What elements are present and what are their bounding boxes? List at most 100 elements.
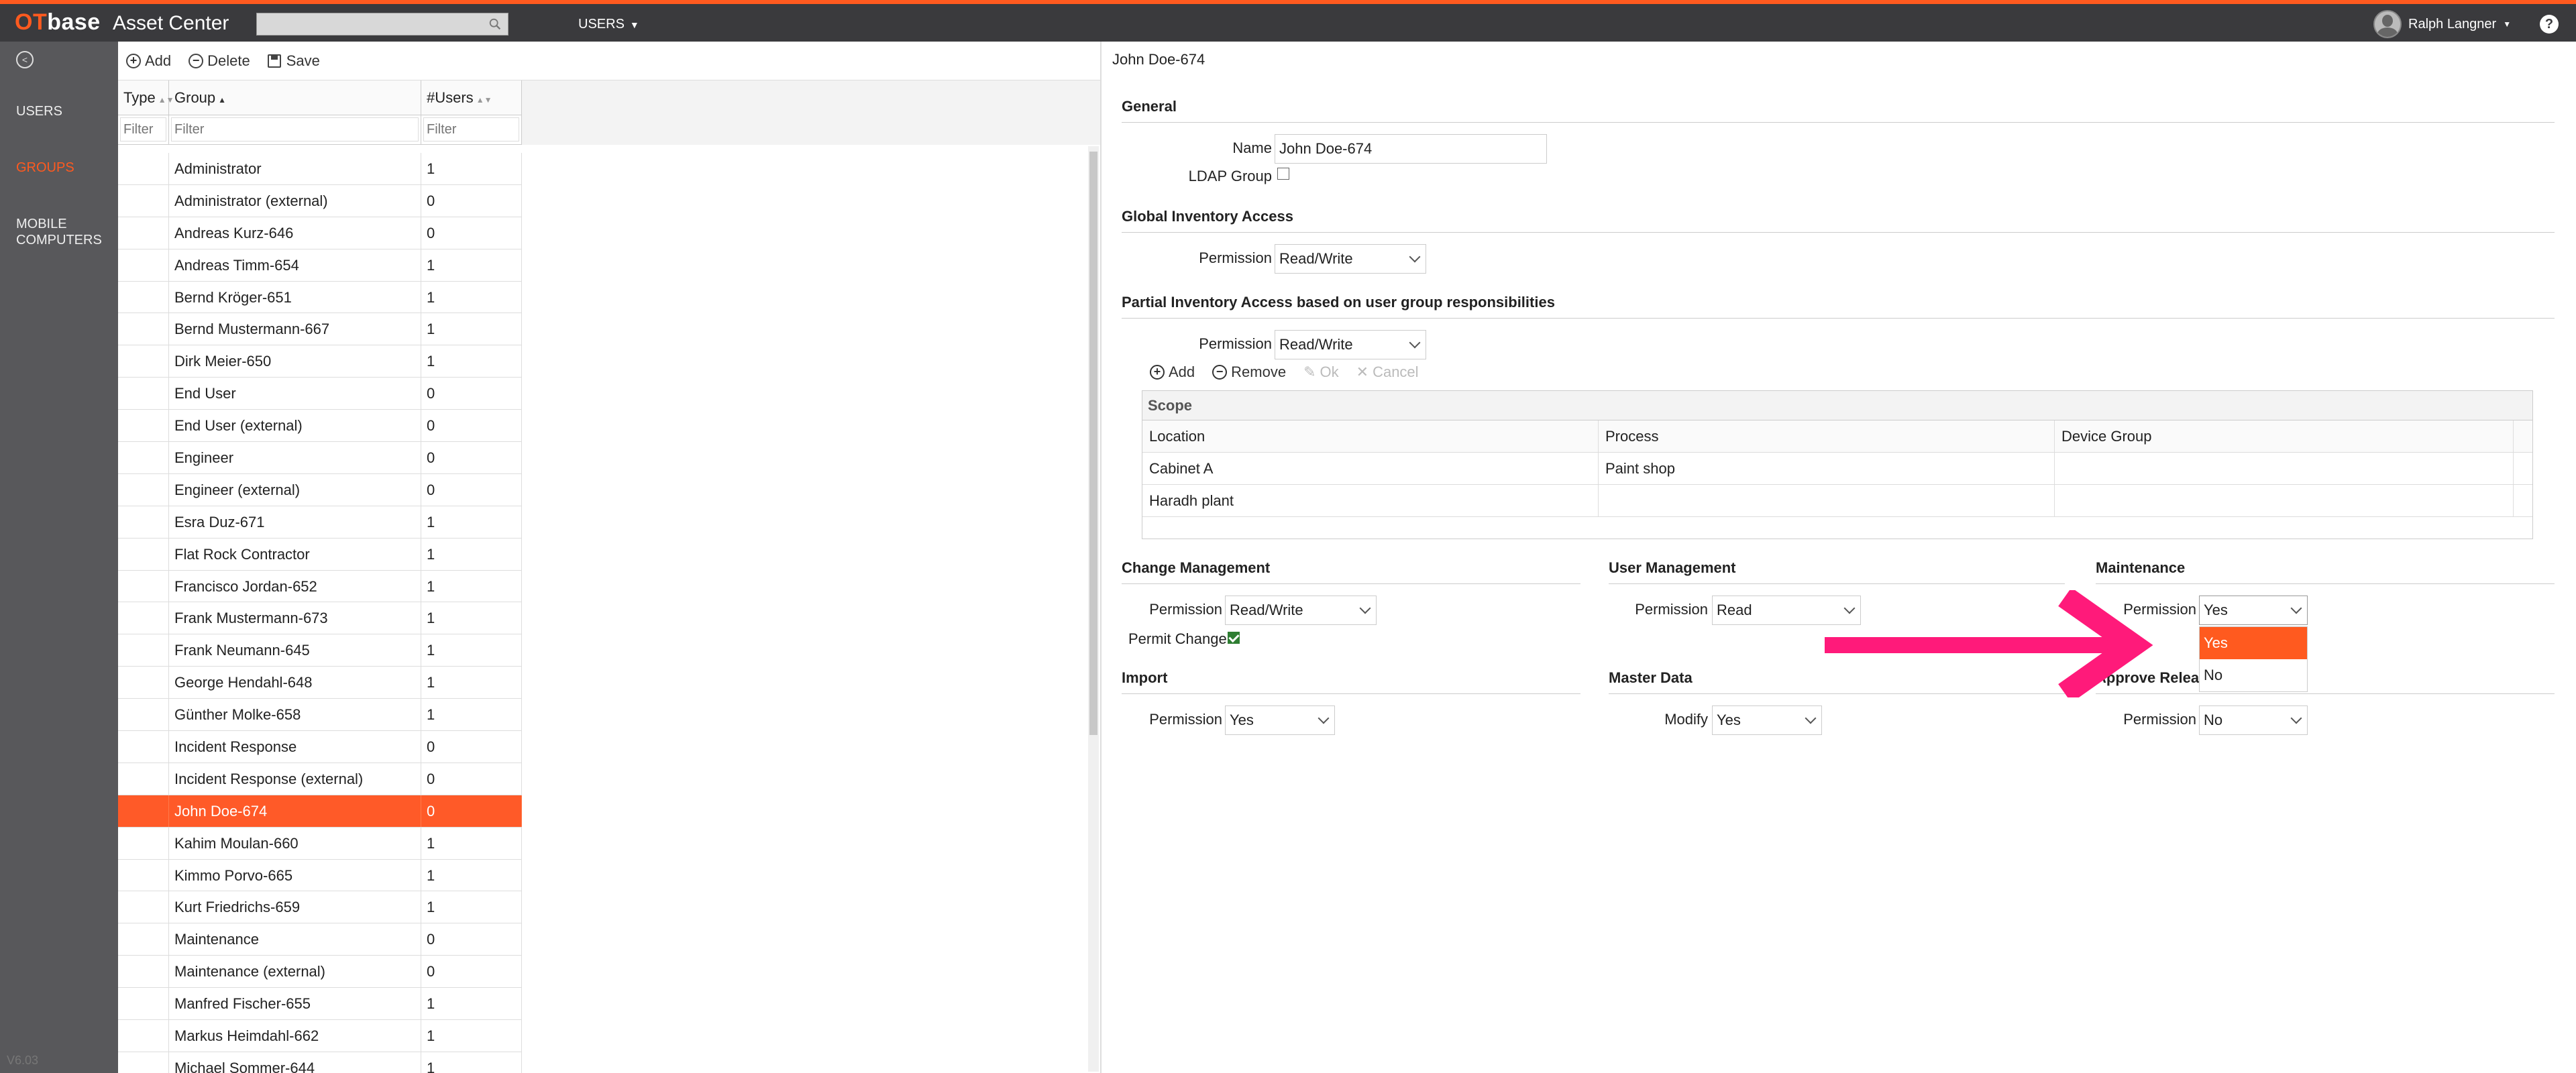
group-name-cell: Bernd Mustermann-667	[169, 313, 421, 345]
table-row[interactable]: Flat Rock Contractor 1	[118, 538, 522, 571]
help-icon[interactable]: ?	[2540, 15, 2559, 34]
version-label: V6.03	[7, 1054, 39, 1067]
sidebar-item-mobile-computers[interactable]: MOBILE COMPUTERS	[16, 216, 103, 248]
scope-add-button[interactable]: + Add	[1150, 363, 1195, 381]
collapse-sidebar-icon[interactable]: <	[16, 51, 34, 68]
column-header-location[interactable]: Location	[1142, 420, 1599, 452]
user-count-cell: 1	[421, 1020, 522, 1052]
dropdown-option-no[interactable]: No	[2200, 659, 2307, 691]
table-row[interactable]: Kahim Moulan-660 1	[118, 827, 522, 860]
scope-remove-button[interactable]: − Remove	[1212, 363, 1286, 381]
table-row[interactable]: John Doe-674 0	[118, 795, 522, 828]
maintenance-permission-select[interactable]: Yes	[2199, 596, 2308, 625]
group-name-cell: Incident Response	[169, 731, 421, 763]
search-icon[interactable]	[488, 17, 502, 32]
ldap-group-checkbox[interactable]	[1277, 168, 1289, 180]
scrollbar-thumb[interactable]	[1089, 152, 1097, 735]
caret-down-icon: ▼	[629, 19, 639, 30]
table-row[interactable]: Incident Response (external) 0	[118, 763, 522, 795]
table-row[interactable]: Maintenance 0	[118, 923, 522, 956]
scope-device-group-cell	[2055, 453, 2514, 484]
scope-process-cell: Paint shop	[1599, 453, 2055, 484]
approve-permission-select[interactable]: No	[2199, 705, 2308, 735]
import-permission-select[interactable]: Yes	[1225, 705, 1335, 735]
table-row[interactable]: Andreas Kurz-646 0	[118, 217, 522, 249]
table-row[interactable]: Maintenance (external) 0	[118, 956, 522, 989]
group-name-cell: End User	[169, 378, 421, 410]
table-row[interactable]: Bernd Kröger-651 1	[118, 281, 522, 314]
table-row[interactable]: Cabinet A Paint shop	[1142, 453, 2532, 485]
type-cell	[118, 442, 169, 473]
type-cell	[118, 699, 169, 731]
sidebar-item-groups[interactable]: GROUPS	[16, 160, 74, 176]
search-box	[256, 13, 508, 36]
table-row[interactable]: Engineer (external) 0	[118, 473, 522, 506]
add-button[interactable]: + Add	[126, 52, 171, 70]
column-header-type[interactable]: Type ▲▼	[118, 80, 174, 115]
table-row[interactable]: Incident Response 0	[118, 731, 522, 763]
type-cell	[118, 602, 169, 634]
master-data-modify-label: Modify	[1664, 711, 1708, 728]
type-cell	[118, 634, 169, 667]
column-header-process[interactable]: Process	[1599, 420, 2055, 452]
user-count-cell: 0	[421, 442, 522, 473]
column-header-group[interactable]: Group ▲	[169, 80, 421, 115]
users-menu[interactable]: USERS ▼	[578, 17, 639, 32]
otbase-logo[interactable]: OTbase	[15, 9, 101, 36]
user-name: Ralph Langner	[2408, 16, 2497, 32]
type-cell	[118, 923, 169, 956]
table-row[interactable]: Frank Neumann-645 1	[118, 634, 522, 667]
minus-circle-icon: −	[1212, 365, 1228, 380]
type-cell	[118, 1020, 169, 1052]
table-row[interactable]: Andreas Timm-654 1	[118, 249, 522, 282]
column-header-device-group[interactable]: Device Group	[2055, 420, 2514, 452]
column-header-users[interactable]: #Users ▲▼	[421, 80, 522, 115]
global-permission-select[interactable]: Read/Write	[1275, 244, 1426, 274]
group-name-cell: Maintenance	[169, 923, 421, 956]
section-general-title: General	[1122, 98, 1177, 115]
permit-change-label: Permit Change	[1128, 630, 1227, 647]
table-row[interactable]: Esra Duz-671 1	[118, 506, 522, 539]
left-sidebar: < USERS GROUPS MOBILE COMPUTERS V6.03	[0, 42, 118, 1073]
table-row[interactable]: Kurt Friedrichs-659 1	[118, 891, 522, 924]
group-name-cell: Kimmo Porvo-665	[169, 859, 421, 891]
table-row[interactable]: Markus Heimdahl-662 1	[118, 1020, 522, 1052]
table-row[interactable]: Bernd Mustermann-667 1	[118, 313, 522, 346]
annotation-arrow-icon	[1825, 590, 2153, 697]
group-name-cell: Kurt Friedrichs-659	[169, 891, 421, 923]
table-row[interactable]: George Hendahl-648 1	[118, 667, 522, 699]
scope-location-cell: Cabinet A	[1142, 453, 1599, 484]
user-menu[interactable]: Ralph Langner ▼	[2373, 9, 2511, 39]
list-scrollbar[interactable]	[1088, 146, 1099, 1072]
table-row[interactable]: Administrator (external) 0	[118, 184, 522, 217]
table-row[interactable]: Francisco Jordan-652 1	[118, 570, 522, 603]
save-button[interactable]: Save	[267, 52, 320, 70]
table-row[interactable]: Manfred Fischer-655 1	[118, 988, 522, 1021]
table-row[interactable]: Engineer 0	[118, 442, 522, 474]
group-name-cell: Frank Mustermann-673	[169, 602, 421, 634]
group-filter-input[interactable]	[171, 117, 419, 142]
table-row[interactable]: Dirk Meier-650 1	[118, 345, 522, 378]
delete-button[interactable]: − Delete	[189, 52, 250, 70]
master-data-modify-select[interactable]: Yes	[1712, 705, 1822, 735]
table-row[interactable]: Michael Sommer-644 1	[118, 1052, 522, 1073]
type-cell	[118, 217, 169, 249]
permit-change-checkbox[interactable]	[1228, 632, 1240, 644]
type-filter-input[interactable]	[120, 117, 166, 142]
change-permission-select[interactable]: Read/Write	[1225, 596, 1377, 625]
table-row[interactable]: End User (external) 0	[118, 410, 522, 443]
table-row[interactable]: Günther Molke-658 1	[118, 699, 522, 732]
users-filter-input[interactable]	[423, 117, 519, 142]
table-row[interactable]: Frank Mustermann-673 1	[118, 602, 522, 635]
table-row[interactable]: Kimmo Porvo-665 1	[118, 859, 522, 892]
scope-ok-button[interactable]: ✎ Ok	[1303, 363, 1339, 381]
table-row[interactable]: Administrator 1	[118, 153, 522, 185]
table-row[interactable]: Haradh plant	[1142, 485, 2532, 517]
dropdown-option-yes[interactable]: Yes	[2200, 627, 2307, 659]
scope-cancel-button[interactable]: ✕ Cancel	[1356, 363, 1419, 381]
table-row[interactable]: End User 0	[118, 378, 522, 410]
sidebar-item-users[interactable]: USERS	[16, 103, 62, 119]
search-input[interactable]	[257, 13, 508, 35]
name-input[interactable]	[1275, 134, 1547, 164]
partial-permission-select[interactable]: Read/Write	[1275, 330, 1426, 359]
